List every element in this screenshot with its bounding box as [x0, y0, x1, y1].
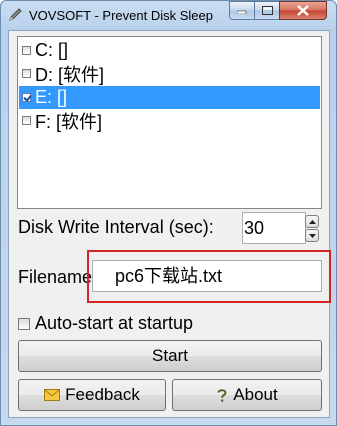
drive-checkbox[interactable]	[22, 69, 31, 78]
close-button[interactable]	[279, 1, 327, 20]
filename-label: Filename:	[18, 267, 98, 287]
drive-label: D: [软件]	[35, 64, 105, 85]
drive-label: E: []	[35, 87, 68, 107]
drive-item-f[interactable]: F: [软件]	[19, 109, 320, 132]
about-button[interactable]: About	[172, 379, 322, 411]
start-button-label: Start	[152, 346, 188, 365]
question-icon	[217, 388, 227, 402]
highlight-box	[87, 250, 331, 303]
interval-input[interactable]: 30	[242, 212, 306, 244]
drive-list[interactable]: C: [] D: [软件] E: [] F: [软件]	[17, 36, 322, 209]
drive-item-e[interactable]: E: []	[19, 86, 320, 109]
feedback-button[interactable]: Feedback	[18, 379, 166, 411]
interval-label: Disk Write Interval (sec):	[18, 217, 214, 237]
interval-spinner	[305, 215, 320, 243]
title-bar[interactable]: VOVSOFT - Prevent Disk Sleep	[1, 1, 336, 31]
pencil-icon	[9, 8, 22, 21]
window-title: VOVSOFT - Prevent Disk Sleep	[29, 8, 213, 23]
app-window: VOVSOFT - Prevent Disk Sleep C: [] D: [软…	[0, 0, 337, 426]
drive-item-c[interactable]: C: []	[19, 39, 320, 62]
drive-label: F: [软件]	[35, 111, 102, 132]
autostart-label[interactable]: Auto-start at startup	[35, 313, 193, 334]
drive-label: C: []	[35, 40, 69, 60]
spin-up-button[interactable]	[305, 215, 319, 228]
close-icon	[297, 5, 309, 16]
arrow-down-icon	[308, 233, 316, 238]
spin-down-button[interactable]	[305, 229, 319, 242]
about-button-label: About	[233, 385, 278, 404]
drive-item-d[interactable]: D: [软件]	[19, 62, 320, 85]
autostart-checkbox[interactable]	[18, 318, 30, 330]
drive-checkbox[interactable]	[22, 116, 31, 125]
arrow-up-icon	[308, 219, 316, 224]
envelope-icon	[44, 389, 61, 401]
maximize-button[interactable]	[254, 1, 280, 20]
feedback-button-label: Feedback	[65, 385, 140, 404]
drive-checkbox[interactable]	[22, 93, 31, 102]
minimize-icon	[237, 10, 247, 14]
start-button[interactable]: Start	[18, 340, 322, 372]
drive-checkbox[interactable]	[22, 46, 31, 55]
minimize-button[interactable]	[229, 1, 255, 20]
maximize-icon	[261, 6, 273, 15]
client-area: C: [] D: [软件] E: [] F: [软件] Disk Write I…	[8, 30, 331, 418]
